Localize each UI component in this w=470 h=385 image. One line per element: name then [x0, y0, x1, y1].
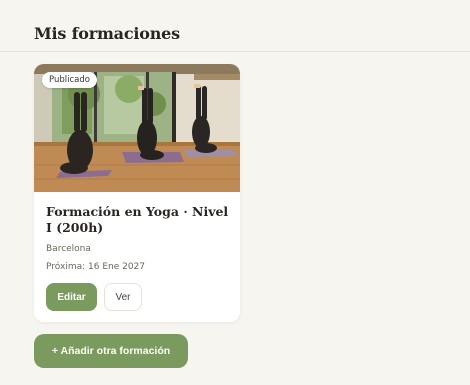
card-title[interactable]: Formación en Yoga · Nivel I (200h) — [46, 204, 230, 236]
status-badge: Publicado — [42, 72, 97, 88]
card-next-date: Próxima: 16 Ene 2027 — [46, 262, 146, 272]
add-training-button[interactable]: + Añadir otra formación — [34, 334, 188, 368]
card-location: Barcelona — [46, 244, 91, 254]
section-divider — [0, 51, 470, 52]
card-image: Publicado — [34, 64, 240, 192]
edit-button[interactable]: Editar — [46, 283, 97, 311]
training-card: Publicado Formación en Yoga · Nivel I (2… — [34, 64, 240, 322]
section-title: Mis formaciones — [34, 24, 180, 43]
view-button[interactable]: Ver — [104, 283, 142, 311]
